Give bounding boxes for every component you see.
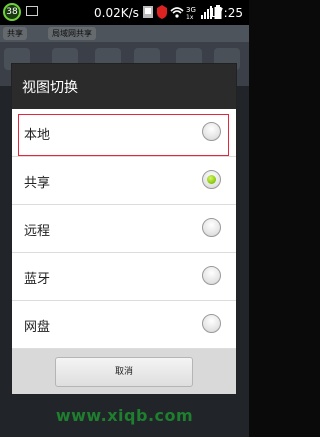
watermark: www.xiqb.com <box>55 406 194 425</box>
image-notification-icon <box>26 6 38 16</box>
notification-icon <box>143 6 153 18</box>
option-remote[interactable]: 远程 <box>12 205 236 253</box>
wifi-icon <box>170 7 184 18</box>
clock: 17:25 <box>208 6 243 20</box>
svg-text:3G: 3G <box>186 6 196 14</box>
dialog-footer: 取消 <box>12 349 236 394</box>
option-label: 蓝牙 <box>24 272 51 287</box>
option-cloud-drive[interactable]: 网盘 <box>12 301 236 349</box>
signal-3g-icon: 3G 1x <box>186 6 196 20</box>
notification-count-badge: 38 <box>3 3 21 21</box>
status-bar: 38 0.02K/s 3G 1x 17:25 <box>0 0 249 25</box>
option-label: 远程 <box>24 224 51 239</box>
dialog-header: 视图切换 <box>12 64 236 109</box>
radio-button[interactable] <box>202 314 221 333</box>
option-share[interactable]: 共享 <box>12 157 236 205</box>
radio-button[interactable] <box>202 266 221 285</box>
option-label: 本地 <box>24 128 51 143</box>
option-label: 共享 <box>24 176 51 191</box>
option-bluetooth[interactable]: 蓝牙 <box>12 253 236 301</box>
option-label: 网盘 <box>24 320 51 335</box>
svg-text:1x: 1x <box>186 14 194 20</box>
radio-button[interactable] <box>202 218 221 237</box>
radio-button[interactable] <box>202 122 221 141</box>
cancel-button[interactable]: 取消 <box>55 357 193 387</box>
network-speed: 0.02K/s <box>94 6 139 20</box>
view-switch-dialog: 视图切换 本地 共享 远程 蓝牙 网盘 取消 <box>12 64 236 394</box>
shield-icon <box>157 5 167 19</box>
dialog-title: 视图切换 <box>22 80 78 96</box>
option-local[interactable]: 本地 <box>12 109 236 157</box>
radio-button-selected[interactable] <box>202 170 221 189</box>
